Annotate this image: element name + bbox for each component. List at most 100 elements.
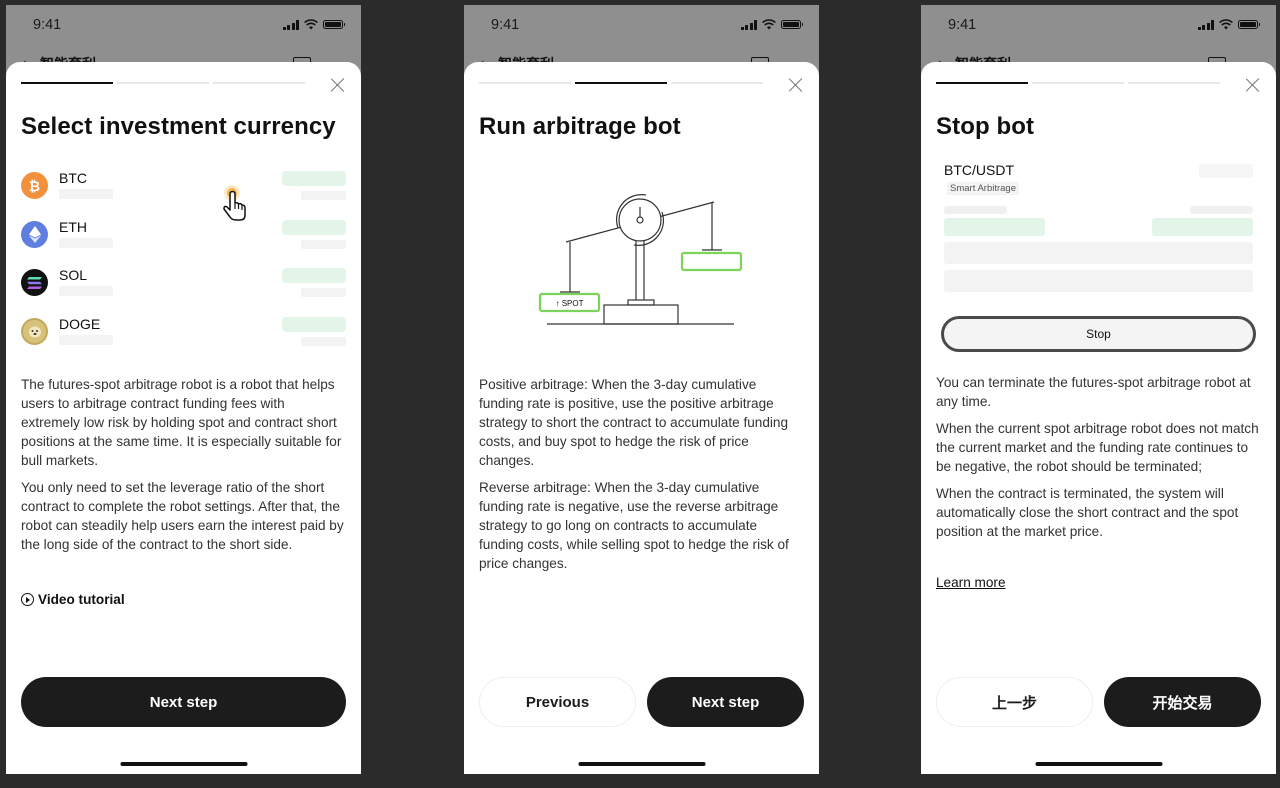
description-paragraph: You can terminate the futures-spot arbit… xyxy=(936,375,1251,409)
coin-symbol: SOL xyxy=(59,267,88,283)
skeleton-placeholder xyxy=(59,334,113,345)
sheet-title: Run arbitrage bot xyxy=(479,113,681,140)
skeleton-placeholder xyxy=(301,191,346,200)
battery-icon xyxy=(323,20,345,29)
close-icon[interactable] xyxy=(787,76,805,94)
tutorial-sheet: Select investment currency ₿ BTC ETH SOL… xyxy=(6,62,361,774)
ethereum-icon xyxy=(21,220,48,248)
description-paragraph: When the contract is terminated, the sys… xyxy=(936,486,1239,539)
phone-screen-2: 9:41 ‹ 智能套利 Run arbitrage bot xyxy=(464,5,819,774)
wifi-icon xyxy=(1219,19,1233,30)
skeleton-placeholder xyxy=(1152,218,1253,236)
description-paragraph: Reverse arbitrage: When the 3-day cumula… xyxy=(479,480,789,571)
tutorial-sheet: Run arbitrage bot ↑ SPOT Positive arbitr… xyxy=(464,62,819,774)
coin-row-doge[interactable]: DOGE xyxy=(21,314,346,363)
skeleton-placeholder xyxy=(1199,164,1253,178)
start-trading-button[interactable]: 开始交易 xyxy=(1104,677,1261,727)
skeleton-placeholder xyxy=(301,288,346,297)
home-indicator xyxy=(578,761,705,766)
spot-label: ↑ SPOT xyxy=(555,299,583,308)
scale-foot xyxy=(627,299,655,306)
coin-symbol: ETH xyxy=(59,218,87,235)
coin-row-btc[interactable]: ₿ BTC xyxy=(21,168,346,217)
wifi-icon xyxy=(762,19,776,30)
progress-segment-active xyxy=(21,82,113,84)
description-text: The futures-spot arbitrage robot is a ro… xyxy=(21,375,346,562)
cellular-signal-icon xyxy=(740,19,757,30)
description-paragraph: When the current spot arbitrage robot do… xyxy=(936,421,1259,474)
progress-segment xyxy=(671,82,763,84)
cellular-signal-icon xyxy=(282,19,299,30)
stop-bot-button[interactable]: Stop xyxy=(941,316,1256,352)
play-circle-icon xyxy=(21,593,34,606)
skeleton-placeholder xyxy=(59,286,113,296)
progress-segment xyxy=(213,82,305,84)
skeleton-placeholder xyxy=(282,171,346,186)
phone-screen-1: 9:41 ‹ 智能套利 Select investment currency ₿… xyxy=(6,5,361,774)
coin-symbol: DOGE xyxy=(59,315,101,332)
home-indicator xyxy=(1035,761,1162,766)
skeleton-placeholder xyxy=(944,218,1045,236)
coin-list: ₿ BTC ETH SOL DOGE xyxy=(21,168,346,362)
skeleton-placeholder xyxy=(944,206,1007,214)
step-progress xyxy=(21,82,305,84)
skeleton-placeholder xyxy=(301,336,346,346)
progress-segment-active xyxy=(936,82,1028,84)
skeleton-placeholder xyxy=(944,270,1253,292)
coin-row-eth[interactable]: ETH xyxy=(21,217,346,266)
skeleton-placeholder xyxy=(59,189,113,199)
description-paragraph: The futures-spot arbitrage robot is a ro… xyxy=(21,377,342,468)
description-paragraph: You only need to set the leverage ratio … xyxy=(21,480,344,552)
tap-pointer-icon xyxy=(223,185,246,221)
progress-segment-active xyxy=(575,82,667,84)
status-time: 9:41 xyxy=(948,17,977,33)
progress-segment xyxy=(117,82,209,84)
previous-step-button[interactable]: 上一步 xyxy=(936,677,1093,727)
progress-segment xyxy=(479,82,571,84)
skeleton-placeholder xyxy=(301,239,346,249)
video-tutorial-label: Video tutorial xyxy=(38,592,125,607)
tutorial-sheet: Stop bot BTC/USDT Smart Arbitrage Stop Y… xyxy=(921,62,1276,774)
step-progress xyxy=(936,82,1220,84)
battery-icon xyxy=(781,20,803,29)
previous-button[interactable]: Previous xyxy=(479,677,636,727)
strategy-tag: Smart Arbitrage xyxy=(947,182,1019,195)
progress-segment xyxy=(1032,82,1124,84)
sheet-title: Stop bot xyxy=(936,113,1035,140)
progress-segment xyxy=(1128,82,1220,84)
description-text: Positive arbitrage: When the 3-day cumul… xyxy=(479,375,804,581)
status-time: 9:41 xyxy=(33,17,62,33)
description-text: You can terminate the futures-spot arbit… xyxy=(936,373,1261,549)
coin-symbol: BTC xyxy=(59,170,87,186)
video-tutorial-link[interactable]: Video tutorial xyxy=(21,592,125,607)
skeleton-placeholder xyxy=(282,316,346,332)
cellular-signal-icon xyxy=(1197,19,1214,30)
status-time: 9:41 xyxy=(491,17,520,33)
skeleton-placeholder xyxy=(282,268,346,283)
next-step-button[interactable]: Next step xyxy=(21,677,346,727)
status-bar: 9:41 xyxy=(6,5,361,45)
scale-base xyxy=(603,304,679,325)
contract-box xyxy=(680,251,743,272)
close-icon[interactable] xyxy=(1244,76,1262,94)
dogecoin-icon xyxy=(21,317,48,345)
step-progress xyxy=(479,82,763,84)
wifi-icon xyxy=(304,19,318,30)
bitcoin-icon: ₿ xyxy=(21,172,48,199)
skeleton-placeholder xyxy=(1190,206,1253,214)
next-step-button[interactable]: Next step xyxy=(647,677,804,727)
description-paragraph: Positive arbitrage: When the 3-day cumul… xyxy=(479,377,789,468)
battery-icon xyxy=(1238,20,1260,29)
learn-more-link[interactable]: Learn more xyxy=(936,575,1006,590)
skeleton-placeholder xyxy=(59,237,113,248)
solana-icon xyxy=(21,269,48,296)
close-icon[interactable] xyxy=(329,76,347,94)
status-bar: 9:41 xyxy=(464,5,819,45)
coin-row-sol[interactable]: SOL xyxy=(21,265,346,314)
status-bar: 9:41 xyxy=(921,5,1276,45)
dial-pivot xyxy=(636,216,644,224)
phone-screen-3: 9:41 ‹ 智能套利 Stop bot BTC/USDT Smart Arbi… xyxy=(921,5,1276,774)
home-indicator xyxy=(120,761,247,766)
trading-pair: BTC/USDT xyxy=(944,162,1014,178)
balance-scale-illustration: ↑ SPOT xyxy=(538,194,743,325)
